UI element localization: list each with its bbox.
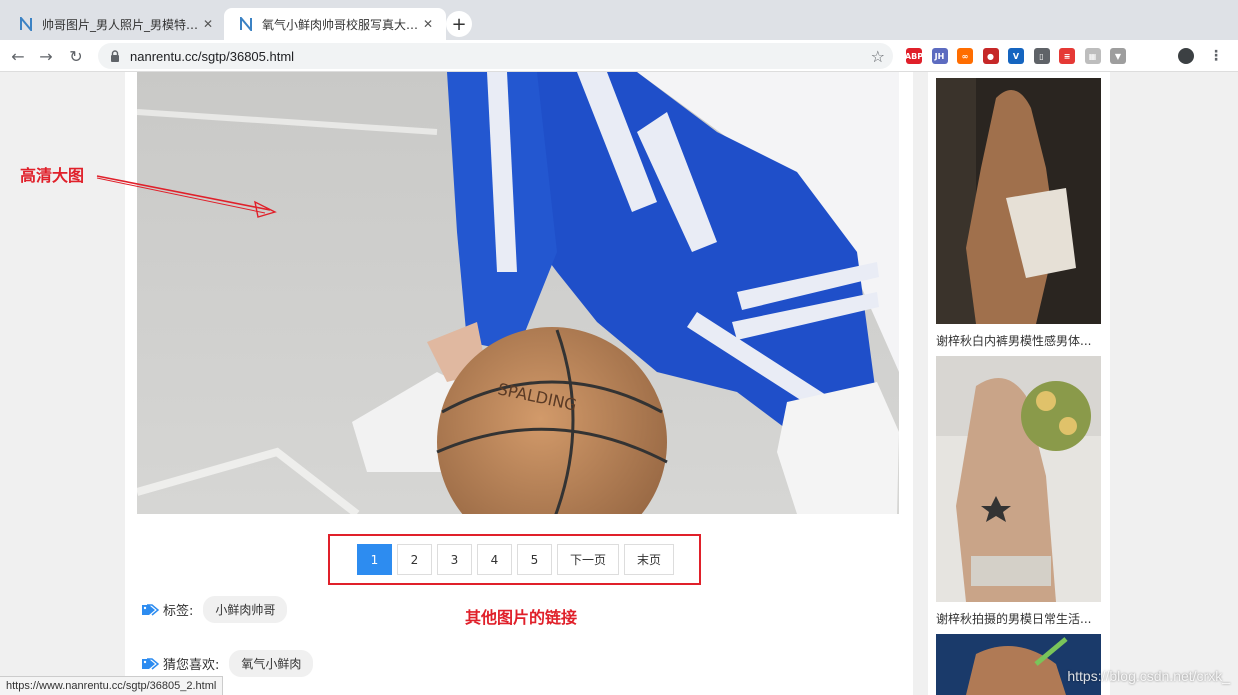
tags-row: 标签: 小鲜肉帅哥 xyxy=(141,596,288,623)
other-links-annotation: 其他图片的链接 xyxy=(465,608,578,627)
next-page-button[interactable]: 下一页 xyxy=(557,544,620,575)
tab-strip: 帅哥图片_男人照片_男模特图片... ✕ 氧气小鲜肉帅哥校服写真大全-男... … xyxy=(0,0,1238,40)
abp-icon[interactable]: ABP xyxy=(905,48,923,64)
reload-icon[interactable]: ↻ xyxy=(66,46,86,66)
tab-title: 氧气小鲜肉帅哥校服写真大全-男... xyxy=(262,17,420,32)
hd-image-annotation: 高清大图 xyxy=(20,166,85,185)
vue-icon[interactable]: V xyxy=(1008,48,1024,64)
page-viewport: SPALDING 1 2 3 4 5 下一页 末页 其他图片的链接 标签: 小鲜… xyxy=(0,72,1238,695)
browser-toolbar: ← → ↻ nanrentu.cc/sgtp/36805.html ☆ ABP J… xyxy=(0,40,1238,72)
tab-title: 帅哥图片_男人照片_男模特图片... xyxy=(42,17,200,32)
close-icon[interactable]: ✕ xyxy=(200,17,216,31)
pagination: 1 2 3 4 5 下一页 末页 xyxy=(357,544,675,575)
related-caption[interactable]: 谢梓秋白内裤男模性感男体... xyxy=(936,332,1106,349)
guess-row: 猜您喜欢: 氧气小鲜肉 xyxy=(141,650,314,677)
address-bar[interactable]: nanrentu.cc/sgtp/36805.html ☆ xyxy=(98,43,893,69)
profile-avatar-icon[interactable] xyxy=(1178,48,1194,64)
vuetools-icon[interactable]: ▼ xyxy=(1110,48,1126,64)
related-thumbnail[interactable] xyxy=(936,634,1101,695)
page-5-button[interactable]: 5 xyxy=(517,544,552,575)
page-4-button[interactable]: 4 xyxy=(477,544,512,575)
jh-icon[interactable]: JH xyxy=(931,48,948,64)
related-thumbnail[interactable] xyxy=(936,356,1101,602)
tag-icon xyxy=(142,603,159,616)
new-tab-button[interactable]: + xyxy=(446,11,472,37)
page-3-button[interactable]: 3 xyxy=(437,544,472,575)
status-bar-link: https://www.nanrentu.cc/sgtp/36805_2.htm… xyxy=(0,676,224,695)
watermark: https://blog.csdn.net/crxk_ xyxy=(1067,668,1230,684)
tag-icon xyxy=(142,657,159,670)
tag-chip[interactable]: 小鲜肉帅哥 xyxy=(203,596,288,623)
bookmark-icon[interactable]: ▯ xyxy=(1033,48,1050,64)
bookmark-star-icon[interactable]: ☆ xyxy=(871,47,885,66)
lock-icon xyxy=(111,50,119,62)
last-page-button[interactable]: 末页 xyxy=(624,544,675,575)
related-sidebar: 谢梓秋白内裤男模性感男体... 谢梓秋拍摄的男模日常生活... xyxy=(928,72,1110,695)
tab-1[interactable]: 帅哥图片_男人照片_男模特图片... ✕ xyxy=(4,8,226,40)
notes-icon[interactable]: ≡ xyxy=(1059,48,1075,64)
menu-kebab-icon[interactable]: ⋮ xyxy=(1208,48,1224,64)
guess-chip[interactable]: 氧气小鲜肉 xyxy=(229,650,314,677)
n-logo-icon xyxy=(238,16,254,32)
url-text: nanrentu.cc/sgtp/36805.html xyxy=(130,48,295,64)
n-logo-icon xyxy=(18,16,34,32)
tab-2[interactable]: 氧气小鲜肉帅哥校服写真大全-男... ✕ xyxy=(224,8,446,40)
annotation-arrow-icon xyxy=(96,175,277,218)
page-2-button[interactable]: 2 xyxy=(397,544,432,575)
grid-icon[interactable]: ▦ xyxy=(1084,48,1101,64)
hd-photo[interactable]: SPALDING xyxy=(137,72,899,514)
back-arrow-icon[interactable]: ← xyxy=(8,46,28,66)
tags-label: 标签: xyxy=(163,604,194,619)
forward-arrow-icon[interactable]: → xyxy=(36,46,56,66)
related-caption[interactable]: 谢梓秋拍摄的男模日常生活... xyxy=(936,610,1106,627)
close-icon[interactable]: ✕ xyxy=(420,17,436,31)
page-1-button[interactable]: 1 xyxy=(357,544,392,575)
guess-label: 猜您喜欢: xyxy=(163,658,220,673)
article-card: SPALDING 1 2 3 4 5 下一页 末页 其他图片的链接 标签: 小鲜… xyxy=(125,72,913,695)
infinity-icon[interactable]: ∞ xyxy=(957,48,973,64)
record-icon[interactable]: ● xyxy=(982,48,999,64)
related-thumbnail[interactable] xyxy=(936,78,1101,324)
